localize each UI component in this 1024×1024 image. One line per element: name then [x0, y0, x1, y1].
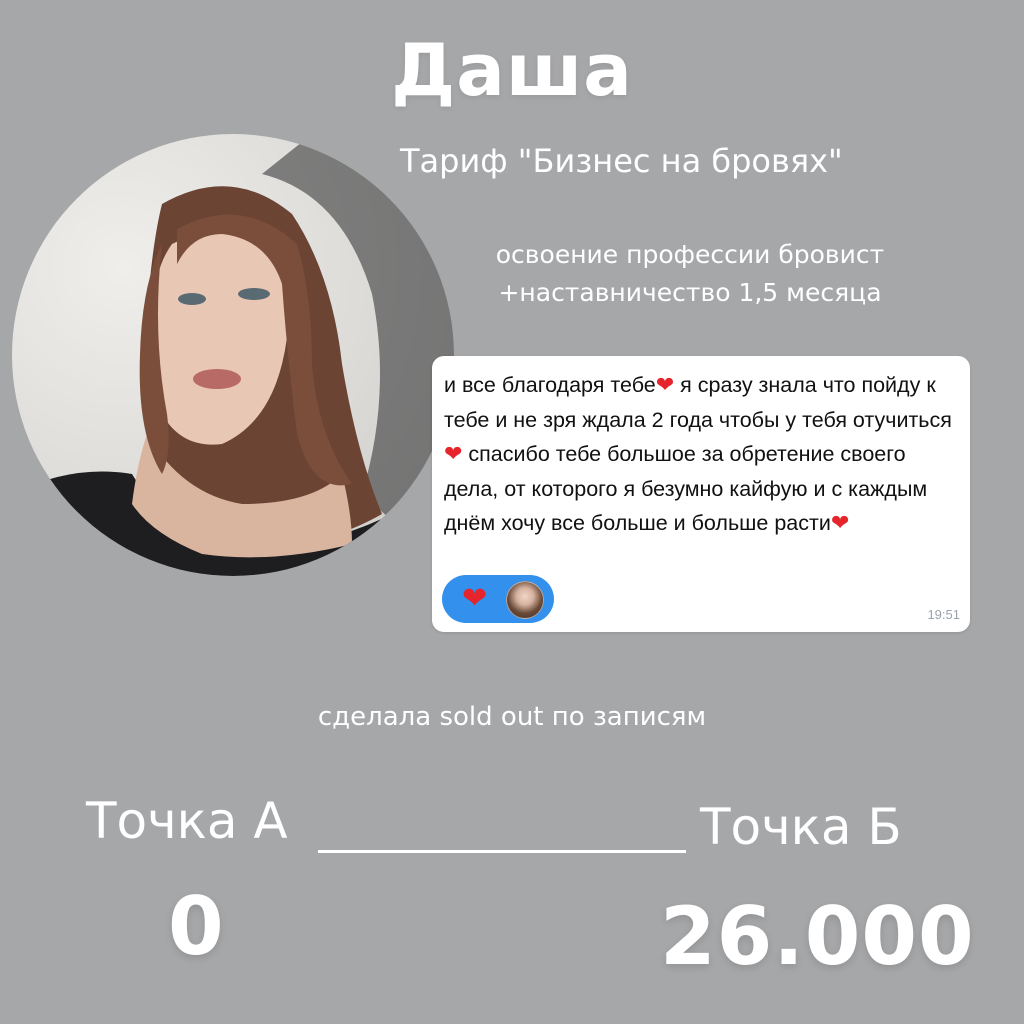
message-bubble: и все благодаря тебе❤ я сразу знала что … — [432, 356, 970, 632]
connector-line — [318, 850, 686, 853]
student-photo — [12, 134, 454, 576]
message-segment: спасибо тебе большое за обретение своего… — [444, 442, 928, 535]
reaction-avatar — [506, 581, 544, 619]
message-time: 19:51 — [927, 607, 960, 622]
point-b-value: 26.000 — [660, 890, 975, 983]
point-b-label: Точка Б — [700, 798, 902, 856]
description-line-2: +наставничество 1,5 месяца — [498, 278, 882, 307]
portrait-illustration — [12, 134, 454, 576]
tariff-title: Тариф "Бизнес на бровях" — [400, 142, 843, 180]
message-segment: и все благодаря тебе — [444, 373, 656, 397]
heart-icon: ❤ — [444, 441, 463, 466]
program-description: освоение профессии бровист +наставничест… — [450, 236, 930, 312]
message-text: и все благодаря тебе❤ я сразу знала что … — [444, 368, 964, 541]
reaction-chip[interactable]: ❤ — [442, 575, 554, 623]
student-name: Даша — [391, 28, 633, 112]
heart-icon: ❤ — [462, 582, 488, 615]
heart-icon: ❤ — [655, 372, 675, 397]
point-a-value: 0 — [168, 880, 224, 973]
heart-icon: ❤ — [830, 510, 850, 535]
description-line-1: освоение профессии бровист — [495, 240, 885, 269]
result-caption: сделала sold out по записям — [317, 702, 707, 732]
point-a-label: Точка А — [86, 792, 288, 850]
